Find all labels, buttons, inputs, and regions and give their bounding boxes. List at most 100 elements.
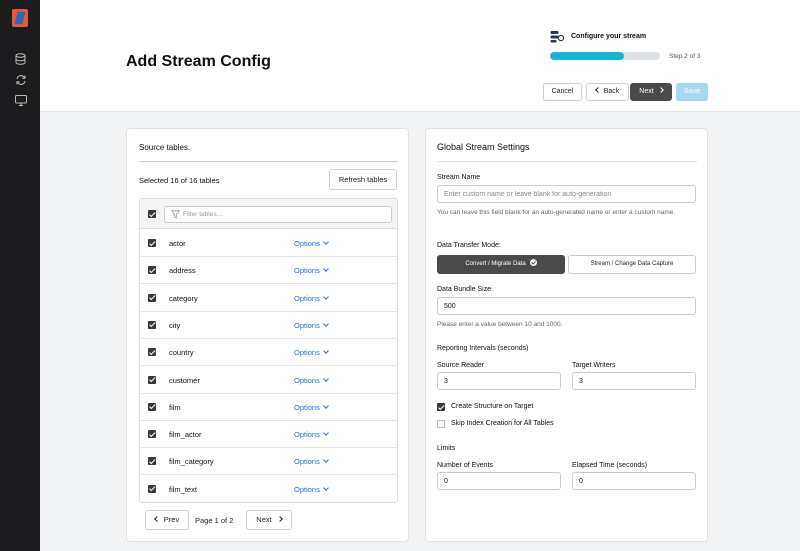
divider (139, 161, 398, 162)
chevron-down-icon (323, 321, 329, 327)
progress-bar (550, 52, 660, 60)
stream-name-input[interactable] (437, 185, 696, 203)
table-row[interactable]: country Options (140, 339, 397, 367)
table-checkbox[interactable] (148, 430, 156, 439)
filter-icon (171, 210, 180, 219)
table-row[interactable]: customer Options (140, 367, 397, 394)
source-tables-card: Source tables. Selected 16 of 16 tables … (126, 128, 409, 542)
select-all-checkbox[interactable] (148, 210, 156, 218)
table-row[interactable]: film Options (140, 394, 397, 421)
table-options-toggle[interactable]: Options (294, 239, 329, 248)
back-button[interactable]: Back (586, 83, 629, 101)
table-row[interactable]: film_text Options (140, 476, 397, 502)
table-checkbox[interactable] (148, 239, 156, 247)
progress-step: Step 2 of 3 (669, 53, 701, 60)
target-writers-input[interactable] (572, 372, 696, 390)
table-checkbox[interactable] (148, 266, 156, 275)
logo-icon[interactable] (12, 9, 28, 27)
global-settings-title: Global Stream Settings (437, 142, 530, 152)
table-name: actor (169, 239, 186, 248)
table-row[interactable]: address Options (140, 257, 397, 285)
table-checkbox[interactable] (148, 457, 156, 466)
table-options-toggle[interactable]: Options (294, 293, 329, 303)
elapsed-time-label: Elapsed Time (seconds) (572, 462, 648, 469)
table-checkbox[interactable] (148, 348, 156, 357)
options-label: Options (294, 266, 320, 276)
transfer-mode-label: Data Transfer Mode: (437, 242, 501, 249)
create-structure-checkbox[interactable] (437, 403, 445, 411)
options-label: Options (294, 402, 320, 412)
next-button[interactable]: Next (630, 83, 672, 101)
next-label: Next (639, 88, 654, 95)
table-row[interactable]: category Options (140, 285, 397, 312)
table-options-toggle[interactable]: Options (294, 375, 329, 385)
progress-label: Configure your stream (571, 33, 647, 40)
options-label: Options (294, 239, 320, 248)
options-label: Options (294, 293, 320, 303)
skip-index-checkbox[interactable] (437, 420, 445, 428)
options-label: Options (294, 457, 320, 467)
table-name: film (169, 402, 181, 412)
monitor-icon[interactable] (14, 95, 27, 107)
cdc-option[interactable]: Stream / Change Data Capture (568, 255, 696, 274)
prev-page-button[interactable]: Prev (145, 510, 189, 530)
options-label: Options (294, 375, 320, 385)
elapsed-time-input[interactable] (572, 472, 696, 490)
number-of-events-input[interactable] (437, 472, 561, 490)
next-page-label: Next (256, 515, 272, 524)
table-name: film_text (169, 484, 197, 494)
target-writers-label: Target Writers (572, 362, 616, 369)
refresh-tables-button[interactable]: Refresh tables (329, 169, 397, 190)
sync-icon[interactable] (14, 74, 27, 86)
page-indicator: Page 1 of 2 (195, 516, 234, 525)
table-options-toggle[interactable]: Options (294, 457, 329, 467)
chevron-down-icon (323, 348, 329, 355)
table-name: film_category (169, 457, 214, 467)
chevron-down-icon (323, 457, 329, 464)
table-checkbox[interactable] (148, 293, 156, 302)
table-name: customer (169, 375, 200, 385)
stream-name-hint: You can leave this field blank for an au… (437, 209, 676, 216)
reporting-intervals-label: Reporting Intervals (seconds) (437, 345, 529, 352)
chevron-down-icon (323, 484, 329, 491)
table-name: address (169, 266, 196, 276)
limits-label: Limits (437, 445, 456, 452)
bundle-size-label: Data Bundle Size (437, 286, 492, 293)
stream-name-label: Stream Name (437, 174, 481, 181)
bundle-size-hint: Please enter a value between 10 and 1000… (437, 321, 563, 328)
options-label: Options (294, 430, 320, 440)
source-reader-input[interactable] (437, 372, 561, 390)
table-name: film_actor (169, 430, 202, 440)
table-row[interactable]: film_actor Options (140, 421, 397, 449)
table-options-toggle[interactable]: Options (294, 430, 329, 440)
tables-list: actor Options address Options category Option… (139, 198, 398, 503)
chevron-down-icon (323, 375, 329, 382)
chevron-down-icon (323, 293, 329, 300)
stream-config-icon (550, 31, 564, 43)
chevron-left-icon (153, 516, 160, 522)
table-checkbox[interactable] (148, 402, 156, 411)
table-options-toggle[interactable]: Options (294, 484, 329, 494)
table-row[interactable]: film_category Options (140, 448, 397, 476)
database-icon[interactable] (14, 53, 27, 65)
filter-tables-input[interactable] (164, 206, 392, 223)
number-of-events-label: Number of Events (437, 462, 494, 469)
save-button[interactable]: Save (676, 83, 708, 101)
bundle-size-input[interactable] (437, 297, 696, 315)
table-options-toggle[interactable]: Options (294, 402, 329, 412)
table-row[interactable]: city Options (140, 312, 397, 339)
chevron-right-icon (276, 516, 283, 522)
table-checkbox[interactable] (148, 320, 156, 329)
table-options-toggle[interactable]: Options (294, 321, 329, 330)
migrate-data-option[interactable]: Convert / Migrate Data (437, 255, 565, 274)
table-checkbox[interactable] (148, 484, 156, 493)
page-header: Add Stream Config Configure your stream … (40, 0, 800, 112)
next-page-button[interactable]: Next (246, 510, 292, 530)
table-row[interactable]: actor Options (140, 230, 397, 257)
cancel-button[interactable]: Cancel (543, 83, 582, 101)
table-options-toggle[interactable]: Options (294, 266, 329, 276)
table-checkbox[interactable] (148, 375, 156, 384)
chevron-left-icon (594, 87, 601, 93)
selected-count: Selected 16 of 16 tables (139, 176, 220, 185)
table-options-toggle[interactable]: Options (294, 348, 329, 357)
